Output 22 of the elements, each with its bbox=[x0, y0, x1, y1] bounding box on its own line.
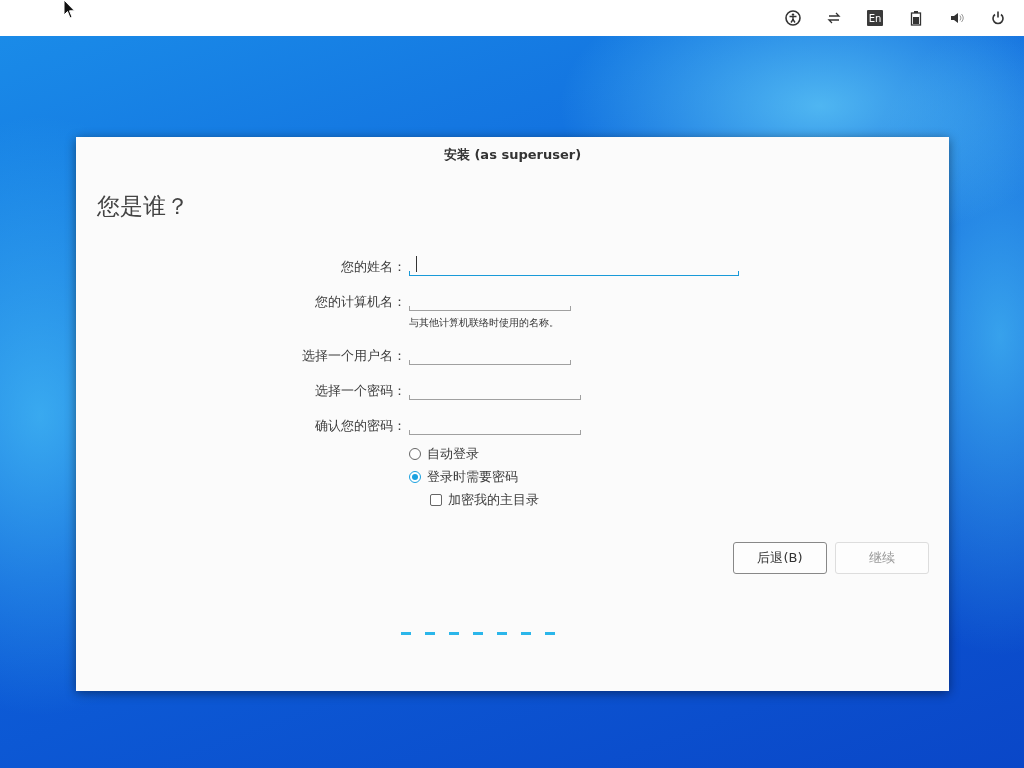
field-label: 选择一个用户名： bbox=[302, 347, 406, 365]
page-heading: 您是谁？ bbox=[97, 192, 189, 221]
field-label: 选择一个密码： bbox=[315, 382, 406, 400]
network-arrows-icon[interactable] bbox=[826, 10, 842, 26]
keyboard-layout-indicator[interactable]: En bbox=[867, 10, 883, 26]
field-label: 您的姓名： bbox=[341, 258, 406, 276]
power-icon[interactable] bbox=[990, 10, 1006, 26]
accessibility-icon[interactable] bbox=[785, 10, 801, 26]
option-label[interactable]: 加密我的主目录 bbox=[448, 491, 539, 509]
field-hint: 与其他计算机联络时使用的名称。 bbox=[409, 316, 559, 330]
radio-button[interactable] bbox=[409, 471, 421, 483]
checkbox[interactable] bbox=[430, 494, 442, 506]
volume-icon[interactable] bbox=[949, 10, 965, 26]
text-cursor bbox=[416, 256, 417, 272]
option-label[interactable]: 登录时需要密码 bbox=[427, 468, 518, 486]
field-label: 确认您的密码： bbox=[315, 417, 406, 435]
battery-icon[interactable] bbox=[908, 10, 924, 26]
back-button[interactable]: 后退(B) bbox=[733, 542, 827, 574]
option-label[interactable]: 自动登录 bbox=[427, 445, 479, 463]
radio-button[interactable] bbox=[409, 448, 421, 460]
field-label: 您的计算机名： bbox=[315, 293, 406, 311]
window-title: 安装 (as superuser) bbox=[443, 146, 582, 164]
